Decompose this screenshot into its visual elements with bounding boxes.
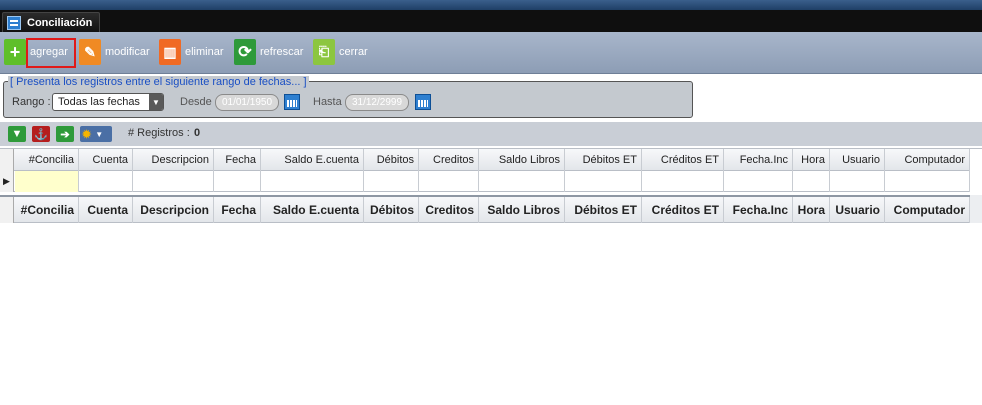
filter-cell-creditos-et[interactable] bbox=[642, 171, 724, 192]
col-fecha-inc[interactable]: Fecha.Inc bbox=[724, 197, 793, 223]
filter-cell-fecha[interactable] bbox=[214, 171, 261, 192]
col-debitos[interactable]: Débitos bbox=[364, 149, 419, 171]
filter-cell-saldo-ecuenta[interactable] bbox=[261, 171, 364, 192]
filter-cell-cuenta[interactable] bbox=[79, 171, 133, 192]
window-top-strip bbox=[0, 0, 982, 10]
desde-input[interactable]: 01/01/1950 bbox=[215, 94, 279, 111]
filter-cell-creditos[interactable] bbox=[419, 171, 479, 192]
refrescar-label: refrescar bbox=[260, 46, 304, 58]
col-creditos[interactable]: Creditos bbox=[419, 197, 479, 223]
close-document-icon: ⎗ bbox=[313, 39, 335, 65]
eliminar-label: eliminar bbox=[185, 46, 224, 58]
col-saldo-ecuenta[interactable]: Saldo E.cuenta bbox=[261, 197, 364, 223]
col-debitos-et[interactable]: Débitos ET bbox=[565, 197, 642, 223]
eliminar-button[interactable]: ▥ eliminar bbox=[159, 36, 224, 68]
filter-down-icon[interactable]: ▼ bbox=[8, 126, 26, 142]
col-descripcion[interactable]: Descripcion bbox=[133, 149, 214, 171]
col-descripcion[interactable]: Descripcion bbox=[133, 197, 214, 223]
refresh-icon: ⟳ bbox=[234, 39, 256, 65]
filter-cell-usuario[interactable] bbox=[830, 171, 885, 192]
filter-legend: [ Presenta los registros entre el siguie… bbox=[8, 76, 309, 88]
records-label: # Registros : bbox=[128, 127, 190, 139]
col-computador[interactable]: Computador bbox=[885, 149, 970, 171]
filter-row: ▶ bbox=[0, 171, 970, 192]
current-row-arrow-icon: ▶ bbox=[0, 171, 14, 192]
hasta-calendar-icon[interactable] bbox=[415, 94, 431, 110]
trash-icon: ▥ bbox=[159, 39, 181, 65]
filter-cell-debitos-et[interactable] bbox=[565, 171, 642, 192]
modificar-button[interactable]: ✎ modificar bbox=[79, 36, 150, 68]
col-hora[interactable]: Hora bbox=[793, 197, 830, 223]
filter-cell-descripcion[interactable] bbox=[133, 171, 214, 192]
col-concilia[interactable]: #Concilia bbox=[15, 149, 79, 171]
col-debitos[interactable]: Débitos bbox=[364, 197, 419, 223]
col-usuario[interactable]: Usuario bbox=[830, 197, 885, 223]
tab-bar: Conciliación bbox=[0, 10, 982, 32]
desde-label: Desde bbox=[180, 96, 212, 108]
tab-conciliacion[interactable]: Conciliación bbox=[2, 12, 100, 32]
row-indicator-header bbox=[0, 197, 14, 223]
col-saldo-ecuenta[interactable]: Saldo E.cuenta bbox=[261, 149, 364, 171]
tab-title: Conciliación bbox=[27, 16, 93, 29]
cerrar-button[interactable]: ⎗ cerrar bbox=[313, 36, 368, 68]
plus-icon: + bbox=[4, 39, 26, 65]
anchor-icon[interactable]: ⚓ bbox=[32, 126, 50, 142]
sun-icon: ✹ bbox=[82, 128, 92, 141]
modificar-label: modificar bbox=[105, 46, 150, 58]
col-fecha-inc[interactable]: Fecha.Inc bbox=[724, 149, 793, 171]
cerrar-label: cerrar bbox=[339, 46, 368, 58]
col-creditos-et[interactable]: Créditos ET bbox=[642, 197, 724, 223]
agregar-highlight-box bbox=[26, 38, 76, 68]
col-saldo-libros[interactable]: Saldo Libros bbox=[479, 197, 565, 223]
theme-dropdown[interactable]: ✹ ▼ bbox=[80, 126, 112, 142]
col-computador[interactable]: Computador bbox=[885, 197, 970, 223]
rango-value: Todas las fechas bbox=[58, 96, 140, 108]
vertical-scrollbar[interactable] bbox=[970, 195, 982, 223]
window-icon bbox=[7, 15, 21, 30]
filter-cell-debitos[interactable] bbox=[364, 171, 419, 192]
col-hora[interactable]: Hora bbox=[793, 149, 830, 171]
filter-cell-concilia[interactable] bbox=[15, 171, 79, 192]
chevron-down-icon[interactable]: ▼ bbox=[149, 94, 163, 110]
main-toolbar: + agregar ✎ modificar ▥ eliminar ⟳ refre… bbox=[0, 32, 982, 74]
col-cuenta[interactable]: Cuenta bbox=[79, 149, 133, 171]
col-fecha[interactable]: Fecha bbox=[214, 149, 261, 171]
col-debitos-et[interactable]: Débitos ET bbox=[565, 149, 642, 171]
rango-select[interactable]: Todas las fechas ▼ bbox=[52, 93, 164, 111]
col-cuenta[interactable]: Cuenta bbox=[79, 197, 133, 223]
refrescar-button[interactable]: ⟳ refrescar bbox=[234, 36, 303, 68]
pencil-icon: ✎ bbox=[79, 39, 101, 65]
filter-cell-computador[interactable] bbox=[885, 171, 970, 192]
filter-cell-saldo-libros[interactable] bbox=[479, 171, 565, 192]
filter-cell-hora[interactable] bbox=[793, 171, 830, 192]
row-indicator-header bbox=[0, 149, 14, 171]
col-creditos-et[interactable]: Créditos ET bbox=[642, 149, 724, 171]
chevron-down-icon: ▼ bbox=[95, 129, 104, 139]
data-grid: #Concilia Cuenta Descripcion Fecha Saldo… bbox=[0, 195, 982, 405]
desde-calendar-icon[interactable] bbox=[284, 94, 300, 110]
filter-cell-fecha-inc[interactable] bbox=[724, 171, 793, 192]
data-grid-header: #Concilia Cuenta Descripcion Fecha Saldo… bbox=[0, 197, 970, 223]
col-saldo-libros[interactable]: Saldo Libros bbox=[479, 149, 565, 171]
filter-grid-header: #Concilia Cuenta Descripcion Fecha Saldo… bbox=[0, 149, 970, 171]
records-count: 0 bbox=[194, 127, 201, 139]
filter-grid: #Concilia Cuenta Descripcion Fecha Saldo… bbox=[0, 148, 982, 192]
col-usuario[interactable]: Usuario bbox=[830, 149, 885, 171]
hasta-label: Hasta bbox=[313, 96, 342, 108]
export-icon[interactable]: ➔ bbox=[56, 126, 74, 142]
col-creditos[interactable]: Creditos bbox=[419, 149, 479, 171]
hasta-input[interactable]: 31/12/2999 bbox=[345, 94, 409, 111]
rango-label: Rango : bbox=[12, 96, 51, 108]
col-fecha[interactable]: Fecha bbox=[214, 197, 261, 223]
col-concilia[interactable]: #Concilia bbox=[15, 197, 79, 223]
